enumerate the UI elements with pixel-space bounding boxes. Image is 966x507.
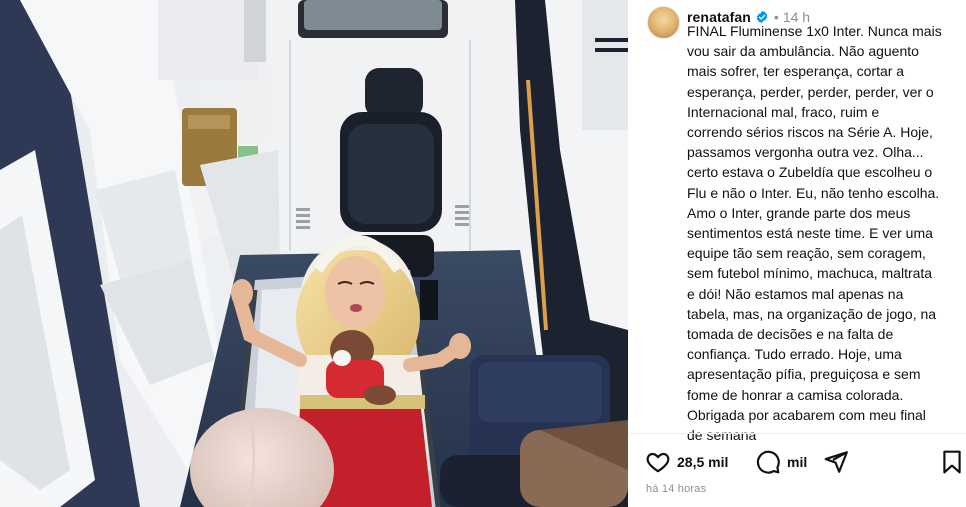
ambulance-interior-photo [0, 0, 628, 507]
caption-line: certo estava o Zubeldía que escolheu o [687, 164, 933, 181]
caption-line: confiança. Tudo errado. Hoje, uma [687, 346, 902, 363]
post-caption: FINAL Fluminense 1x0 Inter. Nunca mais v… [687, 21, 963, 445]
comment-icon [756, 450, 780, 474]
share-icon [824, 451, 848, 473]
post-side-panel: renatafan • 14 h FINAL Fluminense 1x0 In… [628, 0, 966, 507]
caption-line: correndo sérios riscos na Série A. Hoje, [687, 124, 933, 141]
caption-line: FINAL Fluminense 1x0 Inter. Nunca mais [687, 23, 942, 39]
caption-line: sem futebol mínimo, machuca, maltrata [687, 265, 933, 282]
caption-line: Flu e não o Inter. Eu, não tenho escolha… [687, 184, 940, 201]
like-button[interactable]: 28,5 mil [645, 448, 728, 476]
heart-icon [646, 452, 670, 473]
like-count[interactable]: 28,5 mil [677, 454, 728, 470]
caption-line: tabela, mas, na organização de jogo, na [687, 305, 937, 322]
bookmark-icon [943, 450, 961, 474]
caption-line: apresentação pífia, preguiçosa e sem [687, 366, 921, 383]
caption-line: passamos vergonha outra vez. Olha... [687, 144, 924, 161]
comment-count[interactable]: mil [787, 454, 807, 470]
caption-line: Obrigada por acabarem com meu final [687, 406, 926, 423]
caption-line: fome de honrar a camisa colorada. [687, 386, 904, 403]
caption-line: equipe tão sem reação, sem coragem, [687, 245, 926, 262]
save-button[interactable] [939, 448, 965, 476]
caption-line: tomada de decisões e na falta de [687, 326, 894, 343]
caption-line: sentimentos está neste time. E ver uma [687, 225, 933, 242]
caption-line: Internacional mal, fraco, ruim e [687, 103, 880, 120]
share-button[interactable] [823, 448, 849, 476]
comment-button[interactable]: mil [755, 448, 807, 476]
avatar[interactable] [647, 6, 680, 39]
posted-ago[interactable]: há 14 horas [646, 483, 706, 495]
caption-line: esperança, perder, perder, perder, ver o [687, 83, 934, 100]
caption-line: mais sofrer, ter esperança, cortar a [687, 63, 905, 80]
post-photo[interactable] [0, 0, 628, 507]
caption-line: Amo o Inter, grande parte dos meus [687, 204, 911, 221]
divider [628, 433, 966, 434]
action-bar: 28,5 mil mil [645, 448, 965, 476]
caption-line: vou sair da ambulância. Não aguento [687, 43, 919, 60]
caption-line: e dói! Não estamos mal apenas na [687, 285, 904, 302]
caption-line: de semana [687, 427, 757, 444]
